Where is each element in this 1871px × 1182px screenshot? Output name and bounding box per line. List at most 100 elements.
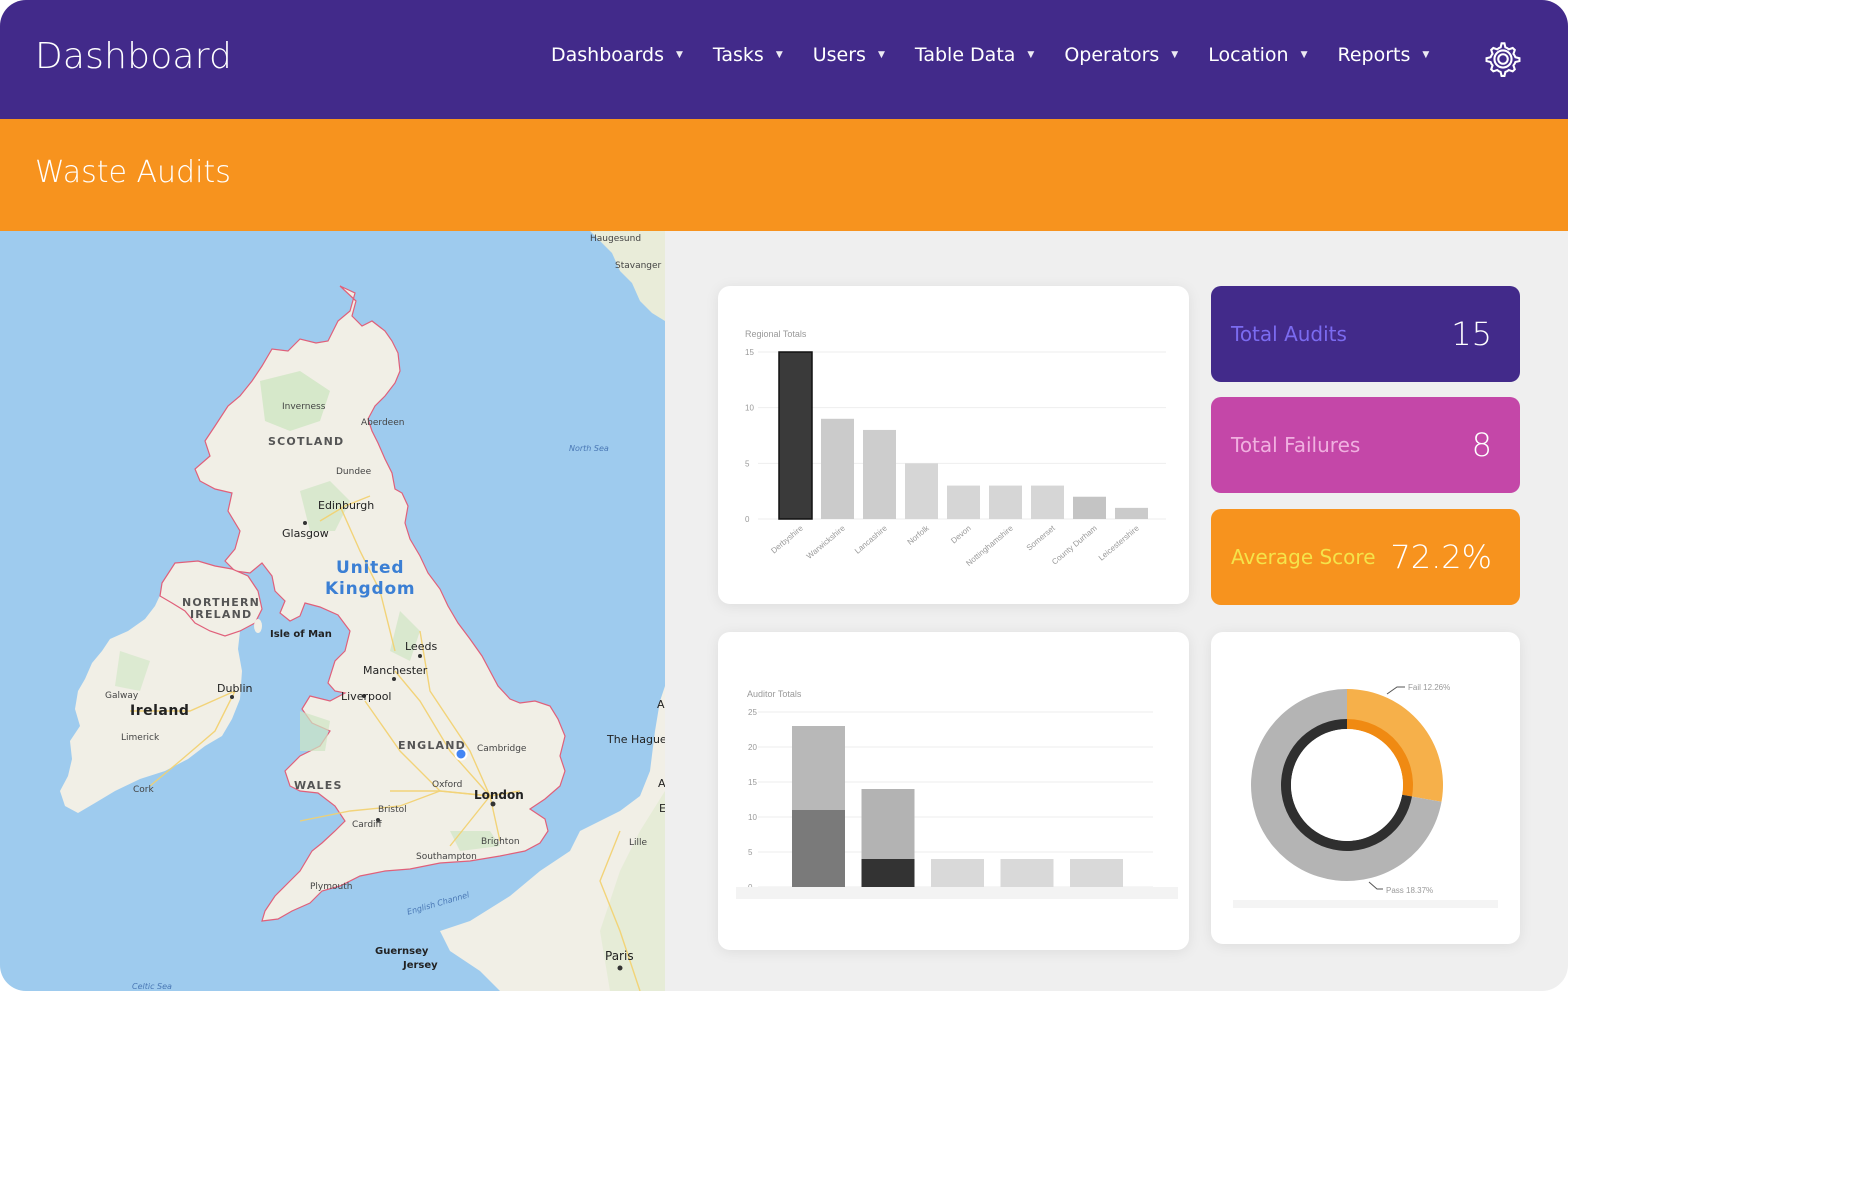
bar-somerset[interactable] [1031,485,1064,519]
chevron-down-icon: ▼ [1422,50,1430,60]
y-tick-label: 10 [745,404,754,413]
nav-item-label: Table Data [914,44,1016,66]
map-label-inverness: Inverness [282,402,326,412]
map-panel[interactable]: Haugesund Stavanger Inverness Aberdeen S… [0,231,665,991]
map-label-the-hague: The Hague [607,733,665,746]
bar-warwickshire[interactable] [821,418,854,519]
y-tick-label: 0 [745,515,750,524]
map-label-limerick: Limerick [121,733,160,743]
map-label-celtic-sea: Celtic Sea [132,982,172,991]
x-tick-label: Derbyshire [769,523,805,555]
total-failures-label: Total Failures [1231,433,1361,457]
fail-slice-label: Fail 12.26% [1408,683,1450,692]
map-label-paris: Paris [605,949,634,963]
stacked-bar-segment[interactable] [931,859,984,887]
chevron-down-icon: ▼ [1171,50,1179,60]
nav-item-label: Users [812,44,866,66]
bar-devon[interactable] [947,485,980,519]
map-canvas[interactable] [0,231,665,991]
total-audits-card[interactable]: Total Audits 15 [1211,286,1520,382]
y-tick-label: 15 [748,778,757,787]
pass-slice-label: Pass 18.37% [1386,886,1433,895]
map-label-bristol: Bristol [378,805,407,815]
map-label-kingdom: Kingdom [325,579,416,599]
bar-lancashire[interactable] [863,429,896,519]
x-tick-label: County Durham [1050,523,1099,566]
auditor-totals-chart: 0510152025 [736,708,1178,899]
chevron-down-icon: ▼ [1300,50,1308,60]
total-audits-label: Total Audits [1231,322,1347,346]
map-label-glasgow: Glasgow [282,527,329,540]
map-label-lille: Lille [629,838,648,848]
average-score-label: Average Score [1231,545,1376,569]
map-label-ireland: Ireland [130,703,190,719]
nav-table-data[interactable]: Table Data ▼ [915,44,1034,66]
nav-item-label: Location [1208,44,1289,66]
stacked-bar-segment[interactable] [792,726,845,810]
app-title[interactable]: Dashboard [35,36,232,77]
map-label-manchester: Manchester [363,664,428,677]
nav-reports[interactable]: Reports ▼ [1338,44,1430,66]
nav-users[interactable]: Users ▼ [813,44,885,66]
map-label-isle-of-man: Isle of Man [270,629,332,640]
stacked-bar-segment[interactable] [861,789,915,859]
bar-norfolk[interactable] [905,463,938,519]
bar-derbyshire[interactable] [778,351,813,520]
stacked-bar-segment[interactable] [1000,859,1054,887]
average-score-value: 72.2% [1390,538,1492,576]
map-label-liverpool: Liverpool [341,690,392,703]
bar-nottinghamshire[interactable] [989,485,1022,519]
nav-operators[interactable]: Operators ▼ [1064,44,1178,66]
y-tick-label: 20 [748,743,757,752]
average-score-card[interactable]: Average Score 72.2% [1211,509,1520,605]
total-failures-card[interactable]: Total Failures 8 [1211,397,1520,493]
y-tick-label: 5 [745,459,750,468]
map-label-north-sea: North Sea [569,444,609,453]
map-label-edge-a2: A [658,777,665,790]
chevron-down-icon: ▼ [675,50,683,60]
norway-land [590,231,665,321]
nav-tasks[interactable]: Tasks ▼ [713,44,783,66]
nav-item-label: Reports [1337,44,1411,66]
regional-totals-chart: 0 5 10 15 Derbyshire Warwickshire Lancashire No… [745,348,1166,568]
x-axis-band [736,887,1178,899]
map-label-southampton: Southampton [416,852,477,862]
y-tick-label: 25 [748,708,757,717]
bar-county-durham[interactable] [1073,496,1106,519]
nav-item-label: Tasks [712,44,764,66]
map-label-jersey: Jersey [403,960,438,971]
y-tick-label: 15 [745,348,754,357]
pass-fail-donut-chart: Fail 12.26% Pass 18.37% [1233,683,1498,908]
map-label-guernsey: Guernsey [375,946,429,957]
stacked-bar-segment[interactable] [792,810,845,887]
nav-location[interactable]: Location ▼ [1208,44,1307,66]
bar-leicestershire[interactable] [1115,507,1148,519]
map-label-england: ENGLAND [398,739,467,752]
map-label-london: London [474,788,524,802]
map-label-cork: Cork [133,785,154,795]
page-header: Waste Audits [0,119,1568,231]
y-tick-label: 5 [748,848,753,857]
stacked-bar-segment[interactable] [1070,859,1123,887]
regional-totals-card: Regional Totals 0 5 10 15 Derbyshire Warwicks… [718,286,1189,604]
chevron-down-icon: ▼ [775,50,783,60]
map-label-cardiff: Cardiff [352,820,382,830]
x-tick-label: Somerset [1025,523,1058,552]
y-tick-label: 10 [748,813,757,822]
map-label-brighton: Brighton [481,837,520,847]
x-tick-label: Warwickshire [805,523,847,561]
total-audits-value: 15 [1451,315,1492,353]
x-tick-label: Lancashire [853,523,889,555]
total-failures-value: 8 [1471,426,1492,464]
nav-dashboards[interactable]: Dashboards ▼ [551,44,683,66]
nav-item-label: Operators [1064,44,1160,66]
donut-baseline-band [1233,900,1498,908]
page-title: Waste Audits [35,155,231,190]
map-label-haugesund: Haugesund [590,234,642,244]
map-label-oxford: Oxford [432,780,463,790]
gear-icon[interactable] [1484,40,1522,78]
stacked-bar-segment[interactable] [861,859,915,887]
map-label-scotland: SCOTLAND [268,435,345,448]
map-label-galway: Galway [105,691,139,701]
map-label-wales: WALES [294,779,343,792]
